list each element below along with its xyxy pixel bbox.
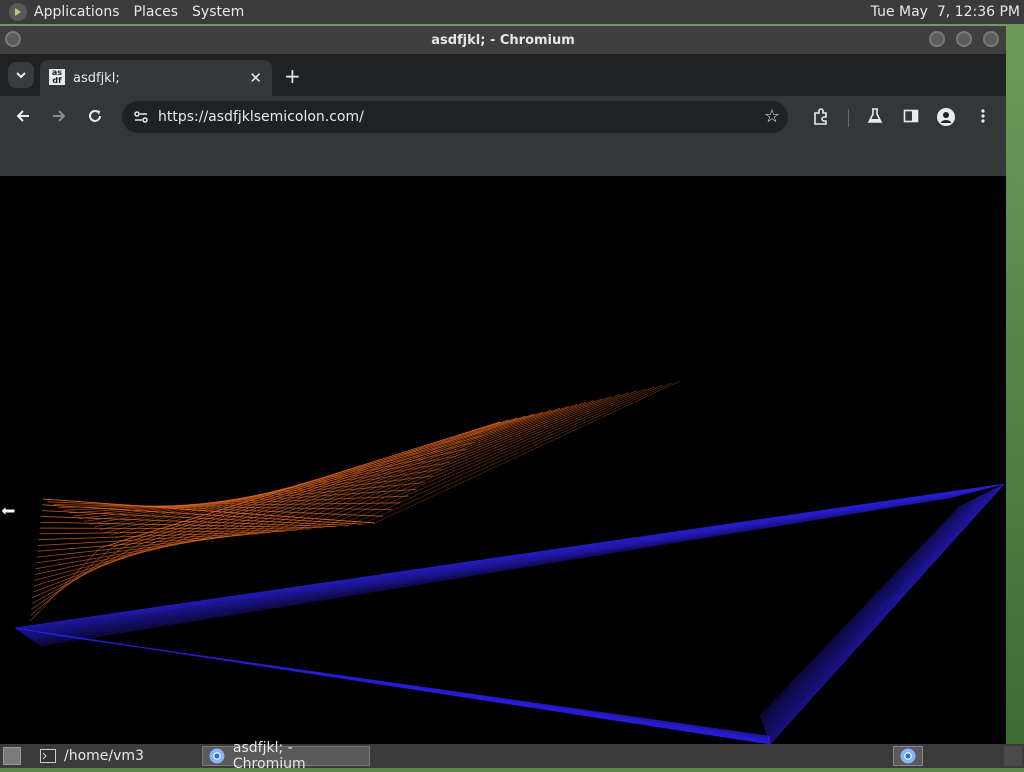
menu-icon[interactable] [972,108,994,129]
close-tab-icon[interactable]: ✕ [249,69,262,87]
address-bar[interactable]: https://asdfjklsemicolon.com/ ☆ [122,101,788,133]
clock[interactable]: Tue May 7, 12:36 PM [871,4,1020,20]
labs-icon[interactable] [864,108,886,129]
window-titlebar[interactable]: asdfjkl; - Chromium [0,26,1006,54]
profile-icon[interactable] [935,108,957,131]
star-icon[interactable]: ☆ [764,106,780,127]
bottom-panel: /home/vm3 asdfjkl; - Chromium [0,740,1024,772]
taskbar-item-chromium[interactable]: asdfjkl; - Chromium [202,740,370,772]
url-text[interactable]: https://asdfjklsemicolon.com/ [158,109,364,125]
back-icon[interactable] [12,108,34,129]
menu-system[interactable]: System [192,4,244,20]
tab-title: asdfjkl; [73,71,120,86]
menu-places[interactable]: Places [134,4,179,20]
side-panel-icon[interactable] [900,108,922,129]
show-desktop-icon[interactable] [3,747,21,765]
minimize-button[interactable] [929,31,945,47]
taskbar-item-terminal[interactable]: /home/vm3 [34,746,200,766]
terminal-icon [40,749,56,763]
toolbar-separator [848,109,849,127]
chromium-icon [209,748,225,764]
menu-applications[interactable]: Applications [34,4,120,20]
tab-list-icon[interactable] [8,62,34,88]
window-title: asdfjkl; - Chromium [431,33,575,48]
close-window-button[interactable] [983,31,999,47]
string-art-graphic [14,380,1005,744]
forward-icon[interactable] [48,108,70,129]
reload-icon[interactable] [84,108,106,129]
site-info-icon[interactable] [132,108,150,126]
tray-chromium-icon[interactable] [893,746,923,766]
taskbar-item-label: /home/vm3 [64,748,144,764]
new-tab-icon[interactable]: + [284,64,301,88]
tab-strip: as df asdfjkl; ✕ + [0,54,1006,96]
top-panel: Applications Places System Tue May 7, 12… [0,0,1024,24]
tray-edge [1004,746,1022,766]
page-content-canvas[interactable] [0,176,1006,744]
favicon-icon: as df [49,69,65,85]
extensions-icon[interactable] [810,108,832,131]
distro-logo-icon[interactable] [9,3,27,21]
bookmarks-bar [0,140,1006,176]
mouse-cursor-icon [0,503,16,518]
tab-active[interactable]: as df asdfjkl; ✕ [40,60,272,96]
maximize-button[interactable] [956,31,972,47]
browser-window: asdfjkl; - Chromium as df asdfjkl; ✕ + h… [0,26,1006,744]
toolbar: https://asdfjklsemicolon.com/ ☆ [0,96,1006,140]
taskbar-item-label: asdfjkl; - Chromium [232,740,306,772]
